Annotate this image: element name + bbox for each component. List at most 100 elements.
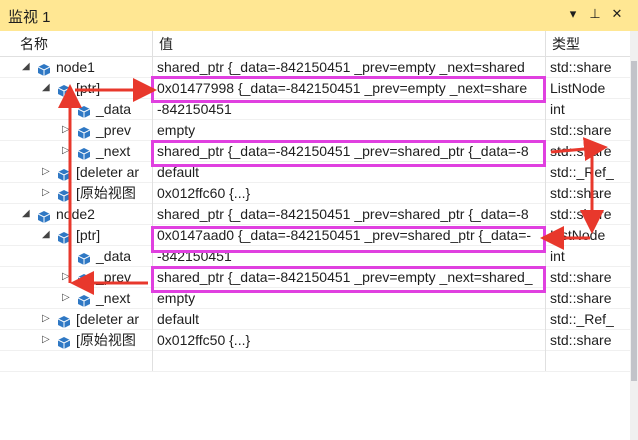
- watch-row[interactable]: _data -842150451 int: [0, 246, 630, 267]
- type-cell: std::share: [550, 59, 612, 75]
- watch-grid: 名称 值 类型 ◢ node1 shared_ptr {_data=-8421504…: [0, 31, 638, 440]
- field-cube-icon: [57, 313, 71, 328]
- name-cell: ▷ _prev: [0, 267, 152, 288]
- watch-row[interactable]: ◢ node2 shared_ptr {_data=-842150451 _prev…: [0, 204, 630, 225]
- expand-icon[interactable]: ▷: [42, 188, 52, 198]
- name-cell: ◢ node1: [0, 57, 152, 78]
- watch-row[interactable]: [0, 351, 630, 372]
- close-icon[interactable]: ✕: [608, 6, 626, 22]
- vertical-scrollbar[interactable]: [630, 31, 638, 440]
- watch-row[interactable]: ◢ node1 shared_ptr {_data=-842150451 _prev…: [0, 57, 630, 78]
- column-divider: [545, 31, 546, 371]
- watch-row[interactable]: ▷ [deleter ar default std::_Ref_: [0, 309, 630, 330]
- type-cell: ListNode: [550, 80, 606, 96]
- field-cube-icon: [77, 250, 91, 265]
- type-cell: std::share: [550, 122, 612, 138]
- field-cube-icon: [37, 208, 51, 223]
- name-cell: ▷ [deleter ar: [0, 162, 152, 183]
- field-name: _prev: [96, 269, 132, 285]
- type-cell: std::share: [550, 290, 612, 306]
- field-name: [deleter ar: [76, 164, 140, 180]
- value-cell[interactable]: 0x0147aad0 {_data=-842150451 _prev=share…: [153, 225, 545, 246]
- value-cell[interactable]: 0x012ffc60 {...}: [153, 183, 545, 204]
- column-header-value[interactable]: 值: [153, 31, 545, 56]
- watch-row[interactable]: _data -842150451 int: [0, 99, 630, 120]
- value-cell[interactable]: empty: [153, 120, 545, 141]
- expand-icon[interactable]: ▷: [62, 146, 72, 156]
- watch-row[interactable]: ◢ [ptr] 0x0147aad0 {_data=-842150451 _prev…: [0, 225, 630, 246]
- column-header-type[interactable]: 类型: [546, 31, 630, 56]
- field-cube-icon: [77, 271, 91, 286]
- field-cube-icon: [57, 82, 71, 97]
- value-cell[interactable]: shared_ptr {_data=-842150451 _prev=share…: [153, 204, 545, 225]
- type-cell: std::share: [550, 143, 612, 159]
- chevron-down-icon[interactable]: ▾: [564, 6, 582, 22]
- column-header-name[interactable]: 名称: [14, 31, 152, 56]
- value-cell[interactable]: -842150451: [153, 246, 545, 267]
- name-cell: ▷ _prev: [0, 120, 152, 141]
- field-cube-icon: [57, 229, 71, 244]
- name-cell: ◢ [ptr]: [0, 78, 152, 99]
- watch-row[interactable]: ◢ [ptr] 0x01477998 {_data=-842150451 _prev…: [0, 78, 630, 99]
- value-cell[interactable]: 0x012ffc50 {...}: [153, 330, 545, 351]
- watch-row[interactable]: ▷ [deleter ar default std::_Ref_: [0, 162, 630, 183]
- value-cell[interactable]: default: [153, 309, 545, 330]
- watch-row[interactable]: ▷ [原始视图 0x012ffc60 {...} std::share: [0, 183, 630, 204]
- expand-icon[interactable]: ▷: [42, 167, 52, 177]
- watch-row[interactable]: ▷ [原始视图 0x012ffc50 {...} std::share: [0, 330, 630, 351]
- field-cube-icon: [57, 166, 71, 181]
- field-name: [原始视图: [76, 185, 136, 201]
- field-name: _next: [96, 290, 131, 306]
- collapse-icon[interactable]: ◢: [42, 83, 52, 93]
- field-cube-icon: [77, 124, 91, 139]
- field-name: [deleter ar: [76, 311, 140, 327]
- collapse-icon[interactable]: ◢: [22, 62, 32, 72]
- collapse-icon[interactable]: ◢: [42, 230, 52, 240]
- name-cell: ▷ _next: [0, 141, 152, 162]
- expand-icon[interactable]: ▷: [42, 314, 52, 324]
- field-cube-icon: [77, 103, 91, 118]
- name-cell: ◢ node2: [0, 204, 152, 225]
- collapse-icon[interactable]: ◢: [22, 209, 32, 219]
- type-cell: int: [550, 101, 565, 117]
- value-cell[interactable]: default: [153, 162, 545, 183]
- field-cube-icon: [57, 187, 71, 202]
- expand-icon[interactable]: ▷: [62, 125, 72, 135]
- value-cell[interactable]: -842150451: [153, 99, 545, 120]
- field-name: node2: [56, 206, 95, 222]
- value-cell[interactable]: [153, 351, 545, 372]
- value-cell[interactable]: shared_ptr {_data=-842150451 _prev=empty…: [153, 267, 545, 288]
- field-name: _prev: [96, 122, 132, 138]
- watch-row[interactable]: ▷ _prev empty std::share: [0, 120, 630, 141]
- value-cell[interactable]: 0x01477998 {_data=-842150451 _prev=empty…: [153, 78, 545, 99]
- field-name: _data: [96, 101, 132, 117]
- field-cube-icon: [57, 334, 71, 349]
- value-cell[interactable]: shared_ptr {_data=-842150451 _prev=share…: [153, 141, 545, 162]
- type-cell: std::share: [550, 206, 612, 222]
- type-cell: std::share: [550, 332, 612, 348]
- type-cell: std::_Ref_: [550, 164, 614, 180]
- value-cell[interactable]: shared_ptr {_data=-842150451 _prev=empty…: [153, 57, 545, 78]
- watch-row[interactable]: ▷ _prev shared_ptr {_data=-842150451 _prev…: [0, 267, 630, 288]
- type-cell: std::_Ref_: [550, 311, 614, 327]
- name-cell: _data: [0, 99, 152, 120]
- field-name: [ptr]: [76, 80, 101, 96]
- watch-row[interactable]: ▷ _next empty std::share: [0, 288, 630, 309]
- window-title: 监视 1: [8, 9, 51, 26]
- name-cell: [0, 351, 152, 372]
- expand-icon[interactable]: ▷: [62, 293, 72, 303]
- field-name: _data: [96, 248, 132, 264]
- expand-icon[interactable]: ▷: [42, 335, 52, 345]
- value-cell[interactable]: empty: [153, 288, 545, 309]
- watch-row[interactable]: ▷ _next shared_ptr {_data=-842150451 _prev…: [0, 141, 630, 162]
- pin-icon[interactable]: ⊥: [586, 6, 604, 22]
- field-name: _next: [96, 143, 131, 159]
- type-cell: std::share: [550, 269, 612, 285]
- scrollbar-thumb[interactable]: [631, 61, 637, 381]
- window-titlebar: 监视 1 ▾ ⊥ ✕: [0, 0, 638, 31]
- expand-icon[interactable]: ▷: [62, 272, 72, 282]
- field-cube-icon: [37, 61, 51, 76]
- name-cell: _data: [0, 246, 152, 267]
- type-cell: ListNode: [550, 227, 606, 243]
- field-cube-icon: [77, 145, 91, 160]
